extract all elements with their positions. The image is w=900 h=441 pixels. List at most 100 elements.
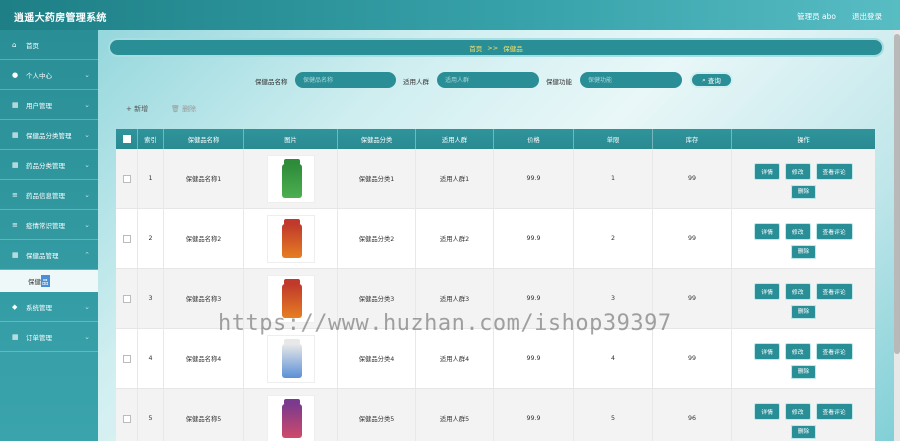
cell-crowd: 适用人群2	[416, 209, 494, 268]
sidebar: ⌂ 首页 ● 个人中心 ⌄ ▦ 用户管理 ⌄ ▦ 保健品分类管理 ⌄ ▦ 药品分类管理 ⌄ ≡ 药品…	[0, 30, 98, 441]
row-checkbox[interactable]	[122, 174, 131, 183]
sidebar-item-epidemic[interactable]: ≡ 疫情常识管理 ⌄	[0, 210, 98, 240]
edit-button[interactable]: 修改	[784, 162, 811, 180]
app-title: 逍遥大药房管理系统	[14, 13, 107, 24]
delete-row-button[interactable]: 删除	[790, 424, 817, 439]
user-icon: ●	[12, 70, 19, 79]
action-row: 删除	[790, 184, 817, 199]
shield-icon: ◆	[12, 302, 18, 311]
sidebar-item-users[interactable]: ▦ 用户管理 ⌄	[0, 90, 98, 120]
breadcrumb-home[interactable]: 首页	[469, 43, 482, 53]
cell-name: 保健品名称3	[164, 269, 244, 328]
edit-button[interactable]: 修改	[784, 282, 811, 300]
name-search-input[interactable]	[295, 72, 396, 88]
sidebar-item-system[interactable]: ◆ 系统管理 ⌄	[0, 292, 98, 322]
grid-icon: ▦	[12, 130, 19, 139]
detail-button[interactable]: 详情	[754, 402, 780, 420]
logout-link[interactable]: 退出登录	[852, 11, 882, 22]
select-all-cell	[116, 129, 138, 149]
sidebar-item-orders[interactable]: ▦ 订单管理 ⌄	[0, 322, 98, 352]
row-checkbox[interactable]	[122, 234, 131, 243]
table-header: 索引 保健品名称 图片 保健品分类 适用人群 价格 单限 库存 操作	[116, 129, 875, 149]
delete-row-button[interactable]: 删除	[790, 364, 817, 379]
table-row: 2 保健品名称2 保健品分类2 适用人群2 99.9 2 99 详情 修改 查看评论 删除	[116, 209, 875, 269]
delete-row-button[interactable]: 删除	[790, 304, 817, 319]
sidebar-subitem-health-products[interactable]: 保健品	[0, 270, 98, 292]
sidebar-item-health-products[interactable]: ▦ 保健品管理 ⌃	[0, 240, 98, 270]
detail-button[interactable]: 详情	[754, 222, 780, 240]
sidebar-item-home[interactable]: ⌂ 首页	[0, 30, 98, 60]
edit-button[interactable]: 修改	[784, 342, 811, 360]
view-reviews-button[interactable]: 查看评论	[815, 282, 853, 300]
row-checkbox[interactable]	[122, 294, 131, 303]
breadcrumb: 首页 >> 保健品	[108, 38, 884, 57]
action-row: 详情 修改 查看评论	[754, 342, 853, 360]
sidebar-item-label: 保健品分类管理	[26, 131, 72, 140]
view-reviews-button[interactable]: 查看评论	[815, 162, 853, 180]
row-select-cell	[116, 149, 138, 208]
chevron-down-icon: ⌄	[84, 160, 90, 169]
table-row: 3 保健品名称3 保健品分类3 适用人群3 99.9 3 99 详情 修改 查看评论 删除	[116, 269, 875, 329]
cell-price: 99.9	[494, 389, 574, 441]
sidebar-item-drug-info[interactable]: ≡ 药品信息管理 ⌄	[0, 180, 98, 210]
function-search-input[interactable]	[580, 72, 682, 88]
breadcrumb-current: 保健品	[503, 44, 523, 53]
cell-image	[244, 149, 338, 208]
header-category: 保健品分类	[338, 129, 416, 149]
sidebar-item-label: 药品信息管理	[26, 191, 65, 200]
grid-icon: ▦	[12, 160, 19, 169]
action-row: 详情 修改 查看评论	[754, 162, 853, 180]
sidebar-item-label: 保健品管理	[26, 251, 59, 260]
delete-button-label: 删除	[182, 105, 197, 113]
product-image[interactable]	[266, 214, 315, 263]
delete-row-button[interactable]: 删除	[790, 244, 817, 259]
detail-button[interactable]: 详情	[754, 342, 780, 360]
cell-actions: 详情 修改 查看评论 删除	[732, 329, 875, 388]
search-button[interactable]: ⌕ 查询	[690, 72, 733, 88]
detail-button[interactable]: 详情	[754, 282, 780, 300]
sidebar-item-drug-category[interactable]: ▦ 药品分类管理 ⌄	[0, 150, 98, 180]
sidebar-item-profile[interactable]: ● 个人中心 ⌄	[0, 60, 98, 90]
delete-row-button[interactable]: 删除	[790, 184, 817, 199]
edit-button[interactable]: 修改	[784, 222, 811, 240]
cell-stock: 99	[653, 209, 732, 268]
search-button-label: 查询	[707, 77, 721, 85]
header-image: 图片	[244, 129, 338, 149]
view-reviews-button[interactable]: 查看评论	[815, 402, 853, 420]
cell-category: 保健品分类1	[338, 149, 416, 208]
row-checkbox[interactable]	[122, 414, 131, 423]
crowd-label: 适用人群	[403, 78, 429, 86]
cell-stock: 99	[653, 269, 732, 328]
cell-limit: 5	[574, 389, 653, 441]
list-icon: ≡	[12, 220, 18, 229]
chevron-down-icon: ⌄	[84, 220, 90, 229]
select-all-checkbox[interactable]	[122, 135, 131, 143]
product-image[interactable]	[266, 154, 315, 203]
chevron-down-icon: ⌄	[84, 190, 90, 199]
detail-button[interactable]: 详情	[754, 162, 780, 180]
row-checkbox[interactable]	[122, 354, 131, 363]
edit-button[interactable]: 修改	[784, 402, 811, 420]
view-reviews-button[interactable]: 查看评论	[815, 342, 853, 360]
header-name: 保健品名称	[164, 129, 244, 149]
search-icon: ⌕	[702, 75, 706, 84]
sidebar-item-health-category[interactable]: ▦ 保健品分类管理 ⌄	[0, 120, 98, 150]
product-image[interactable]	[266, 274, 315, 323]
cell-price: 99.9	[494, 149, 574, 208]
view-reviews-button[interactable]: 查看评论	[815, 222, 853, 240]
product-table: 索引 保健品名称 图片 保健品分类 适用人群 价格 单限 库存 操作 1 保健品名…	[116, 129, 875, 441]
row-select-cell	[116, 209, 138, 268]
batch-delete-button[interactable]: 🗑 删除	[171, 104, 196, 114]
action-row: 删除	[790, 364, 817, 379]
scrollbar-thumb[interactable]	[894, 34, 900, 354]
chevron-down-icon: ⌄	[84, 302, 90, 311]
add-button[interactable]: + 新增	[126, 104, 148, 114]
crowd-search-input[interactable]	[437, 72, 539, 88]
cell-category: 保健品分类4	[338, 329, 416, 388]
name-label: 保健品名称	[255, 78, 288, 86]
cell-limit: 2	[574, 209, 653, 268]
product-image[interactable]	[266, 394, 315, 441]
product-image[interactable]	[266, 334, 315, 383]
cell-limit: 1	[574, 149, 653, 208]
action-row: 详情 修改 查看评论	[754, 222, 853, 240]
